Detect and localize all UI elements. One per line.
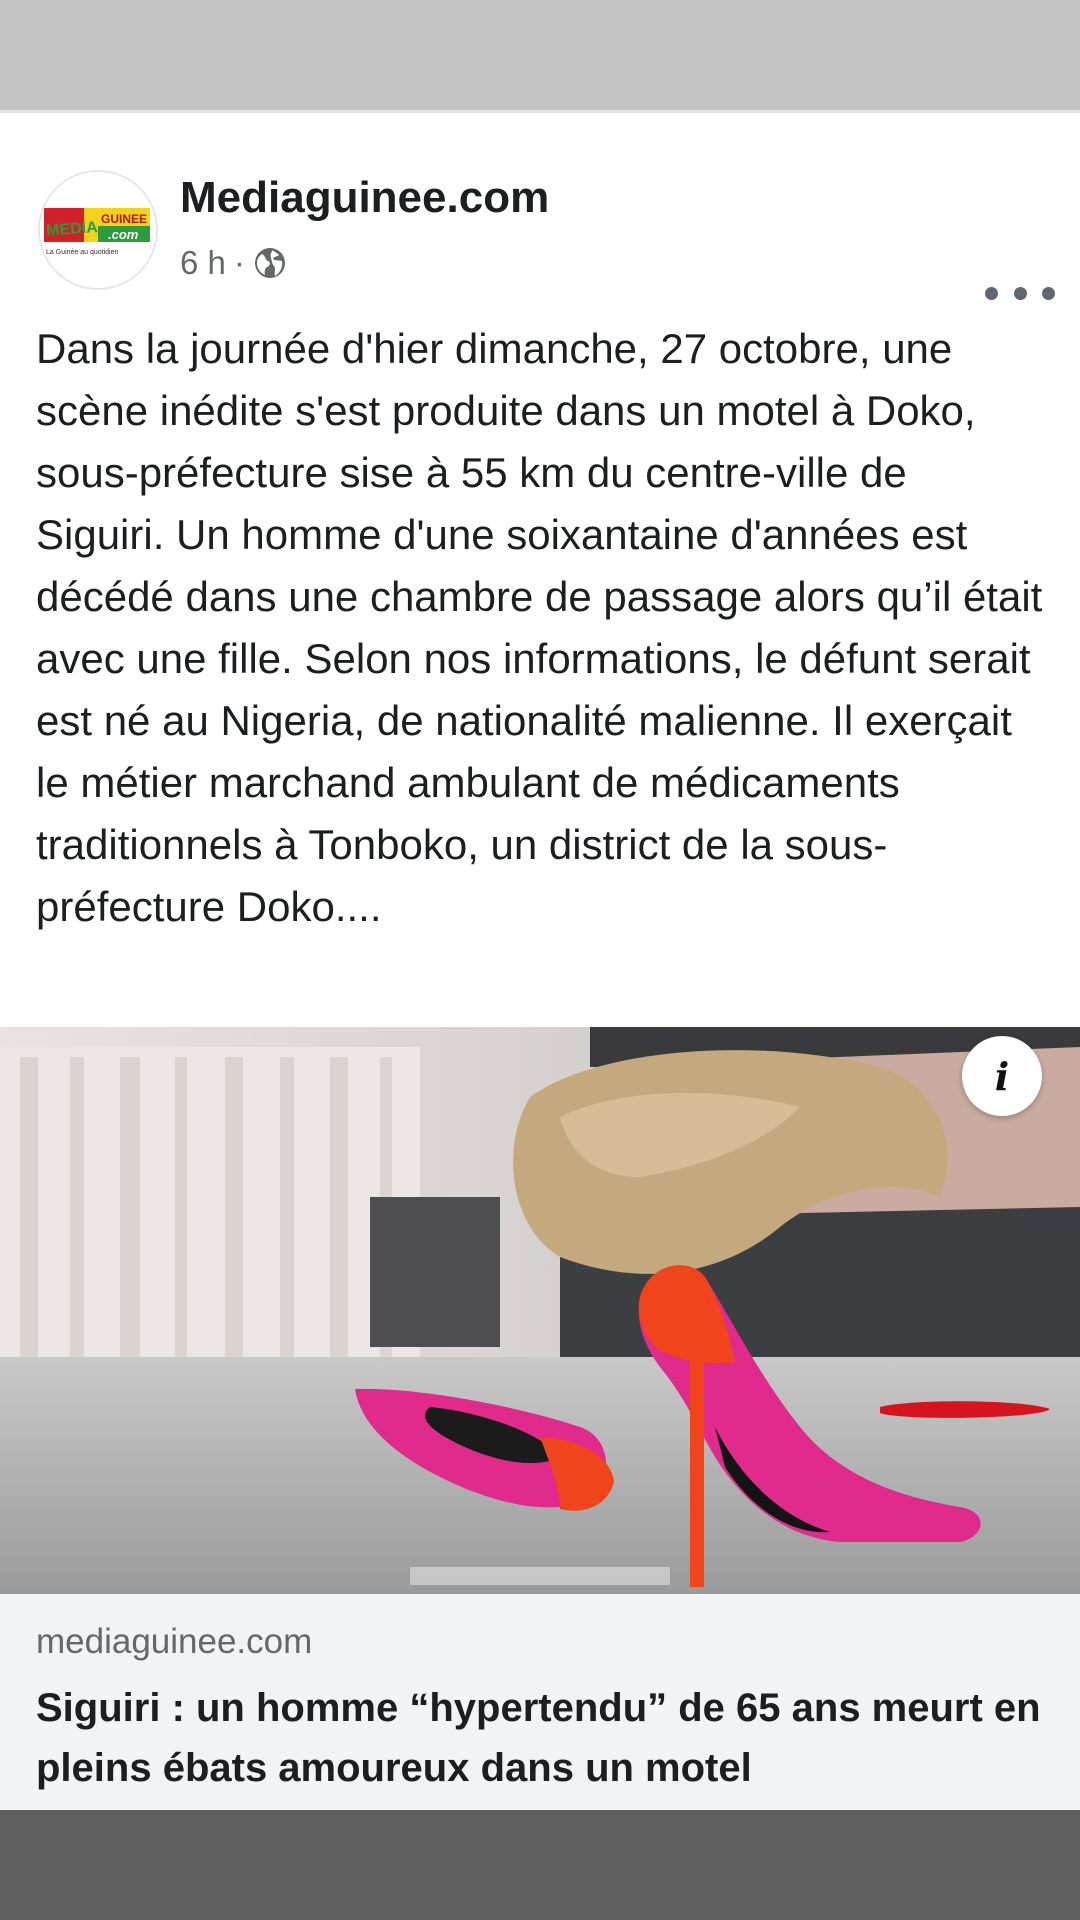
page-name[interactable]: Mediaguinee.com [180,173,549,223]
logo-word-com: .com [108,227,139,242]
mediaguinee-logo: MEDIA GUINEE .com La Guinée au quotidien [40,172,156,288]
logo-word-guinee: GUINEE [101,212,147,226]
more-dot [985,286,998,300]
link-preview[interactable]: mediaguinee.com Siguiri : un homme “hype… [0,1594,1080,1814]
shoes-photo [0,1027,1080,1594]
page-avatar[interactable]: MEDIA GUINEE .com La Guinée au quotidien [38,170,158,290]
meta-separator: · [233,244,245,281]
more-dot [1042,286,1055,300]
post-card: MEDIA GUINEE .com La Guinée au quotidien… [0,110,1080,1814]
top-band [0,0,1080,110]
more-options-icon[interactable] [985,278,1055,308]
logo-word-media: MEDIA [46,219,99,240]
post-header: MEDIA GUINEE .com La Guinée au quotidien… [0,113,1080,300]
link-preview-image[interactable] [0,1027,1080,1594]
info-icon[interactable]: i [962,1036,1042,1116]
post-meta: 6 h · [180,241,287,285]
bottom-band [0,1810,1080,1920]
globe-icon [253,246,287,280]
post-time[interactable]: 6 h [180,244,226,282]
link-domain: mediaguinee.com [36,1622,313,1661]
link-title[interactable]: Siguiri : un homme “hypertendu” de 65 an… [36,1678,1046,1798]
more-dot [1013,286,1027,300]
logo-tagline: La Guinée au quotidien [46,249,118,256]
post-text: Dans la journée d'hier dimanche, 27 octo… [36,325,1043,930]
